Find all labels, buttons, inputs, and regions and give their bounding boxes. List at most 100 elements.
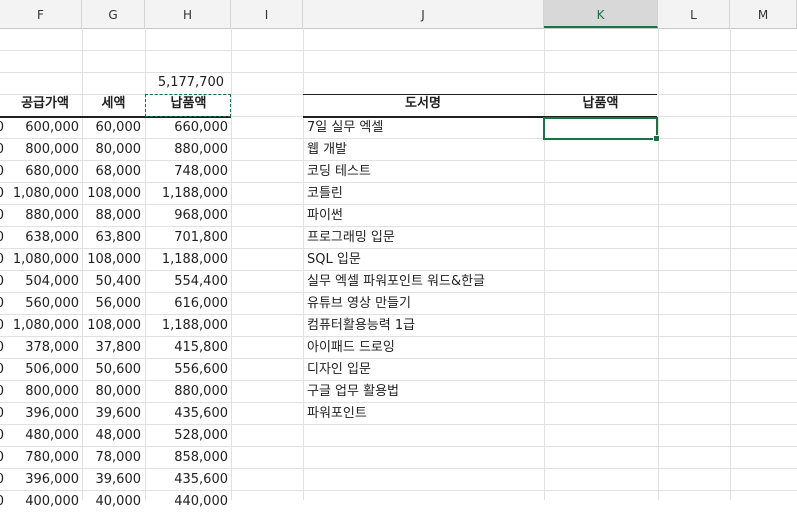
cell-E-fragment[interactable]: 0 [0,139,4,161]
cell-supply[interactable]: 560,000 [8,293,79,315]
cell-supply[interactable]: 504,000 [8,271,79,293]
column-header-H[interactable]: H [145,0,231,28]
header-right-payment[interactable]: 납품액 [544,93,657,115]
cell-book-title[interactable]: 구글 업무 활용법 [307,381,543,403]
cell-book-title[interactable]: 7일 실무 엑셀 [307,117,543,139]
column-header-M[interactable]: M [730,0,797,28]
cell-book-title[interactable]: 프로그래밍 입문 [307,227,543,249]
cell-tax[interactable]: 40,000 [82,491,142,513]
cell-payment[interactable]: 435,600 [146,403,228,425]
cell-payment[interactable]: 858,000 [146,447,228,469]
cell-payment[interactable]: 528,000 [146,425,228,447]
cell-book-title[interactable]: 유튜브 영상 만들기 [307,293,543,315]
cell-E-fragment[interactable]: 0 [0,117,4,139]
cell-E-fragment[interactable]: 0 [0,271,4,293]
cell-payment[interactable]: 701,800 [146,227,228,249]
cell-payment[interactable]: 748,000 [146,161,228,183]
cell-tax[interactable]: 60,000 [82,117,142,139]
cell-book-title[interactable]: 웹 개발 [307,139,543,161]
cell-book-title[interactable]: 실무 엑셀 파워포인트 워드&한글 [307,271,543,293]
cell-tax[interactable]: 39,600 [82,469,142,491]
cell-E-fragment[interactable]: 0 [0,183,4,205]
cell-E-fragment[interactable]: 0 [0,249,4,271]
column-header-J[interactable]: J [303,0,544,28]
cell-tax[interactable]: 80,000 [82,381,142,403]
cell-E-fragment[interactable]: 0 [0,227,4,249]
cell-payment[interactable]: 440,000 [146,491,228,513]
cell-supply[interactable]: 480,000 [8,425,79,447]
header-supply[interactable]: 공급가액 [8,93,82,115]
cell-payment[interactable]: 1,188,000 [146,183,228,205]
cell-tax[interactable]: 88,000 [82,205,142,227]
cell-tax[interactable]: 108,000 [82,183,141,205]
cell-payment[interactable]: 968,000 [146,205,228,227]
cell-supply[interactable]: 1,080,000 [8,249,79,271]
cell-tax[interactable]: 63,800 [82,227,142,249]
cell-supply[interactable]: 600,000 [8,117,79,139]
cell-E-fragment[interactable]: 0 [0,337,4,359]
cell-payment[interactable]: 880,000 [146,381,228,403]
fill-handle[interactable] [653,135,660,142]
column-header-F[interactable]: F [0,0,82,28]
cell-book-title[interactable]: 아이패드 드로잉 [307,337,543,359]
cell-E-fragment[interactable]: 0 [0,359,4,381]
cell-supply[interactable]: 880,000 [8,205,79,227]
cell-tax[interactable]: 80,000 [82,139,142,161]
cell-E-fragment[interactable]: 0 [0,381,4,403]
cell-payment[interactable]: 616,000 [146,293,228,315]
cell-supply[interactable]: 1,080,000 [8,183,79,205]
cell-tax[interactable]: 48,000 [82,425,142,447]
cell-tax[interactable]: 50,400 [82,271,142,293]
cell-book-title[interactable]: 코딩 테스트 [307,161,543,183]
sum-cell[interactable]: 5,177,700 [146,72,224,94]
column-header-L[interactable]: L [658,0,730,28]
cell-book-title[interactable]: 파이썬 [307,205,543,227]
cell-supply[interactable]: 506,000 [8,359,79,381]
cell-E-fragment[interactable]: 0 [0,161,4,183]
cell-E-fragment[interactable]: 0 [0,315,4,337]
cell-book-title[interactable]: SQL 입문 [307,249,543,271]
header-book-title[interactable]: 도서명 [303,93,543,115]
active-cell-K[interactable] [543,117,660,142]
cell-payment[interactable]: 556,600 [146,359,228,381]
cell-payment[interactable]: 554,400 [146,271,228,293]
cell-E-fragment[interactable]: 0 [0,491,4,513]
cell-supply[interactable]: 800,000 [8,139,79,161]
cell-book-title[interactable]: 디자인 입문 [307,359,543,381]
cell-E-fragment[interactable]: 0 [0,205,4,227]
cell-supply[interactable]: 680,000 [8,161,79,183]
cell-tax[interactable]: 37,800 [82,337,142,359]
cell-E-fragment[interactable]: 0 [0,425,4,447]
cell-payment[interactable]: 660,000 [146,117,228,139]
cell-supply[interactable]: 396,000 [8,403,79,425]
cell-payment[interactable]: 415,800 [146,337,228,359]
cell-tax[interactable]: 108,000 [82,315,141,337]
cell-book-title[interactable]: 코틀린 [307,183,543,205]
cell-supply[interactable]: 1,080,000 [8,315,79,337]
cell-E-fragment[interactable]: 0 [0,469,4,491]
cell-tax[interactable]: 108,000 [82,249,141,271]
cell-supply[interactable]: 638,000 [8,227,79,249]
cell-payment[interactable]: 1,188,000 [146,315,228,337]
cell-tax[interactable]: 56,000 [82,293,142,315]
cell-tax[interactable]: 39,600 [82,403,142,425]
cell-E-fragment[interactable]: 0 [0,293,4,315]
cell-payment[interactable]: 880,000 [146,139,228,161]
cell-E-fragment[interactable]: 0 [0,447,4,469]
cell-payment[interactable]: 1,188,000 [146,249,228,271]
cell-book-title[interactable]: 컴퓨터활용능력 1급 [307,315,543,337]
cell-payment[interactable]: 435,600 [146,469,228,491]
cell-supply[interactable]: 800,000 [8,381,79,403]
cell-tax[interactable]: 50,600 [82,359,142,381]
cell-tax[interactable]: 78,000 [82,447,142,469]
cell-book-title[interactable]: 파워포인트 [307,403,543,425]
cell-supply[interactable]: 396,000 [8,469,79,491]
column-header-G[interactable]: G [82,0,145,28]
cell-supply[interactable]: 378,000 [8,337,79,359]
cell-supply[interactable]: 400,000 [8,491,79,513]
cell-E-fragment[interactable]: 0 [0,403,4,425]
cell-supply[interactable]: 780,000 [8,447,79,469]
column-header-K[interactable]: K [544,0,658,28]
column-header-I[interactable]: I [231,0,303,28]
cell-tax[interactable]: 68,000 [82,161,142,183]
